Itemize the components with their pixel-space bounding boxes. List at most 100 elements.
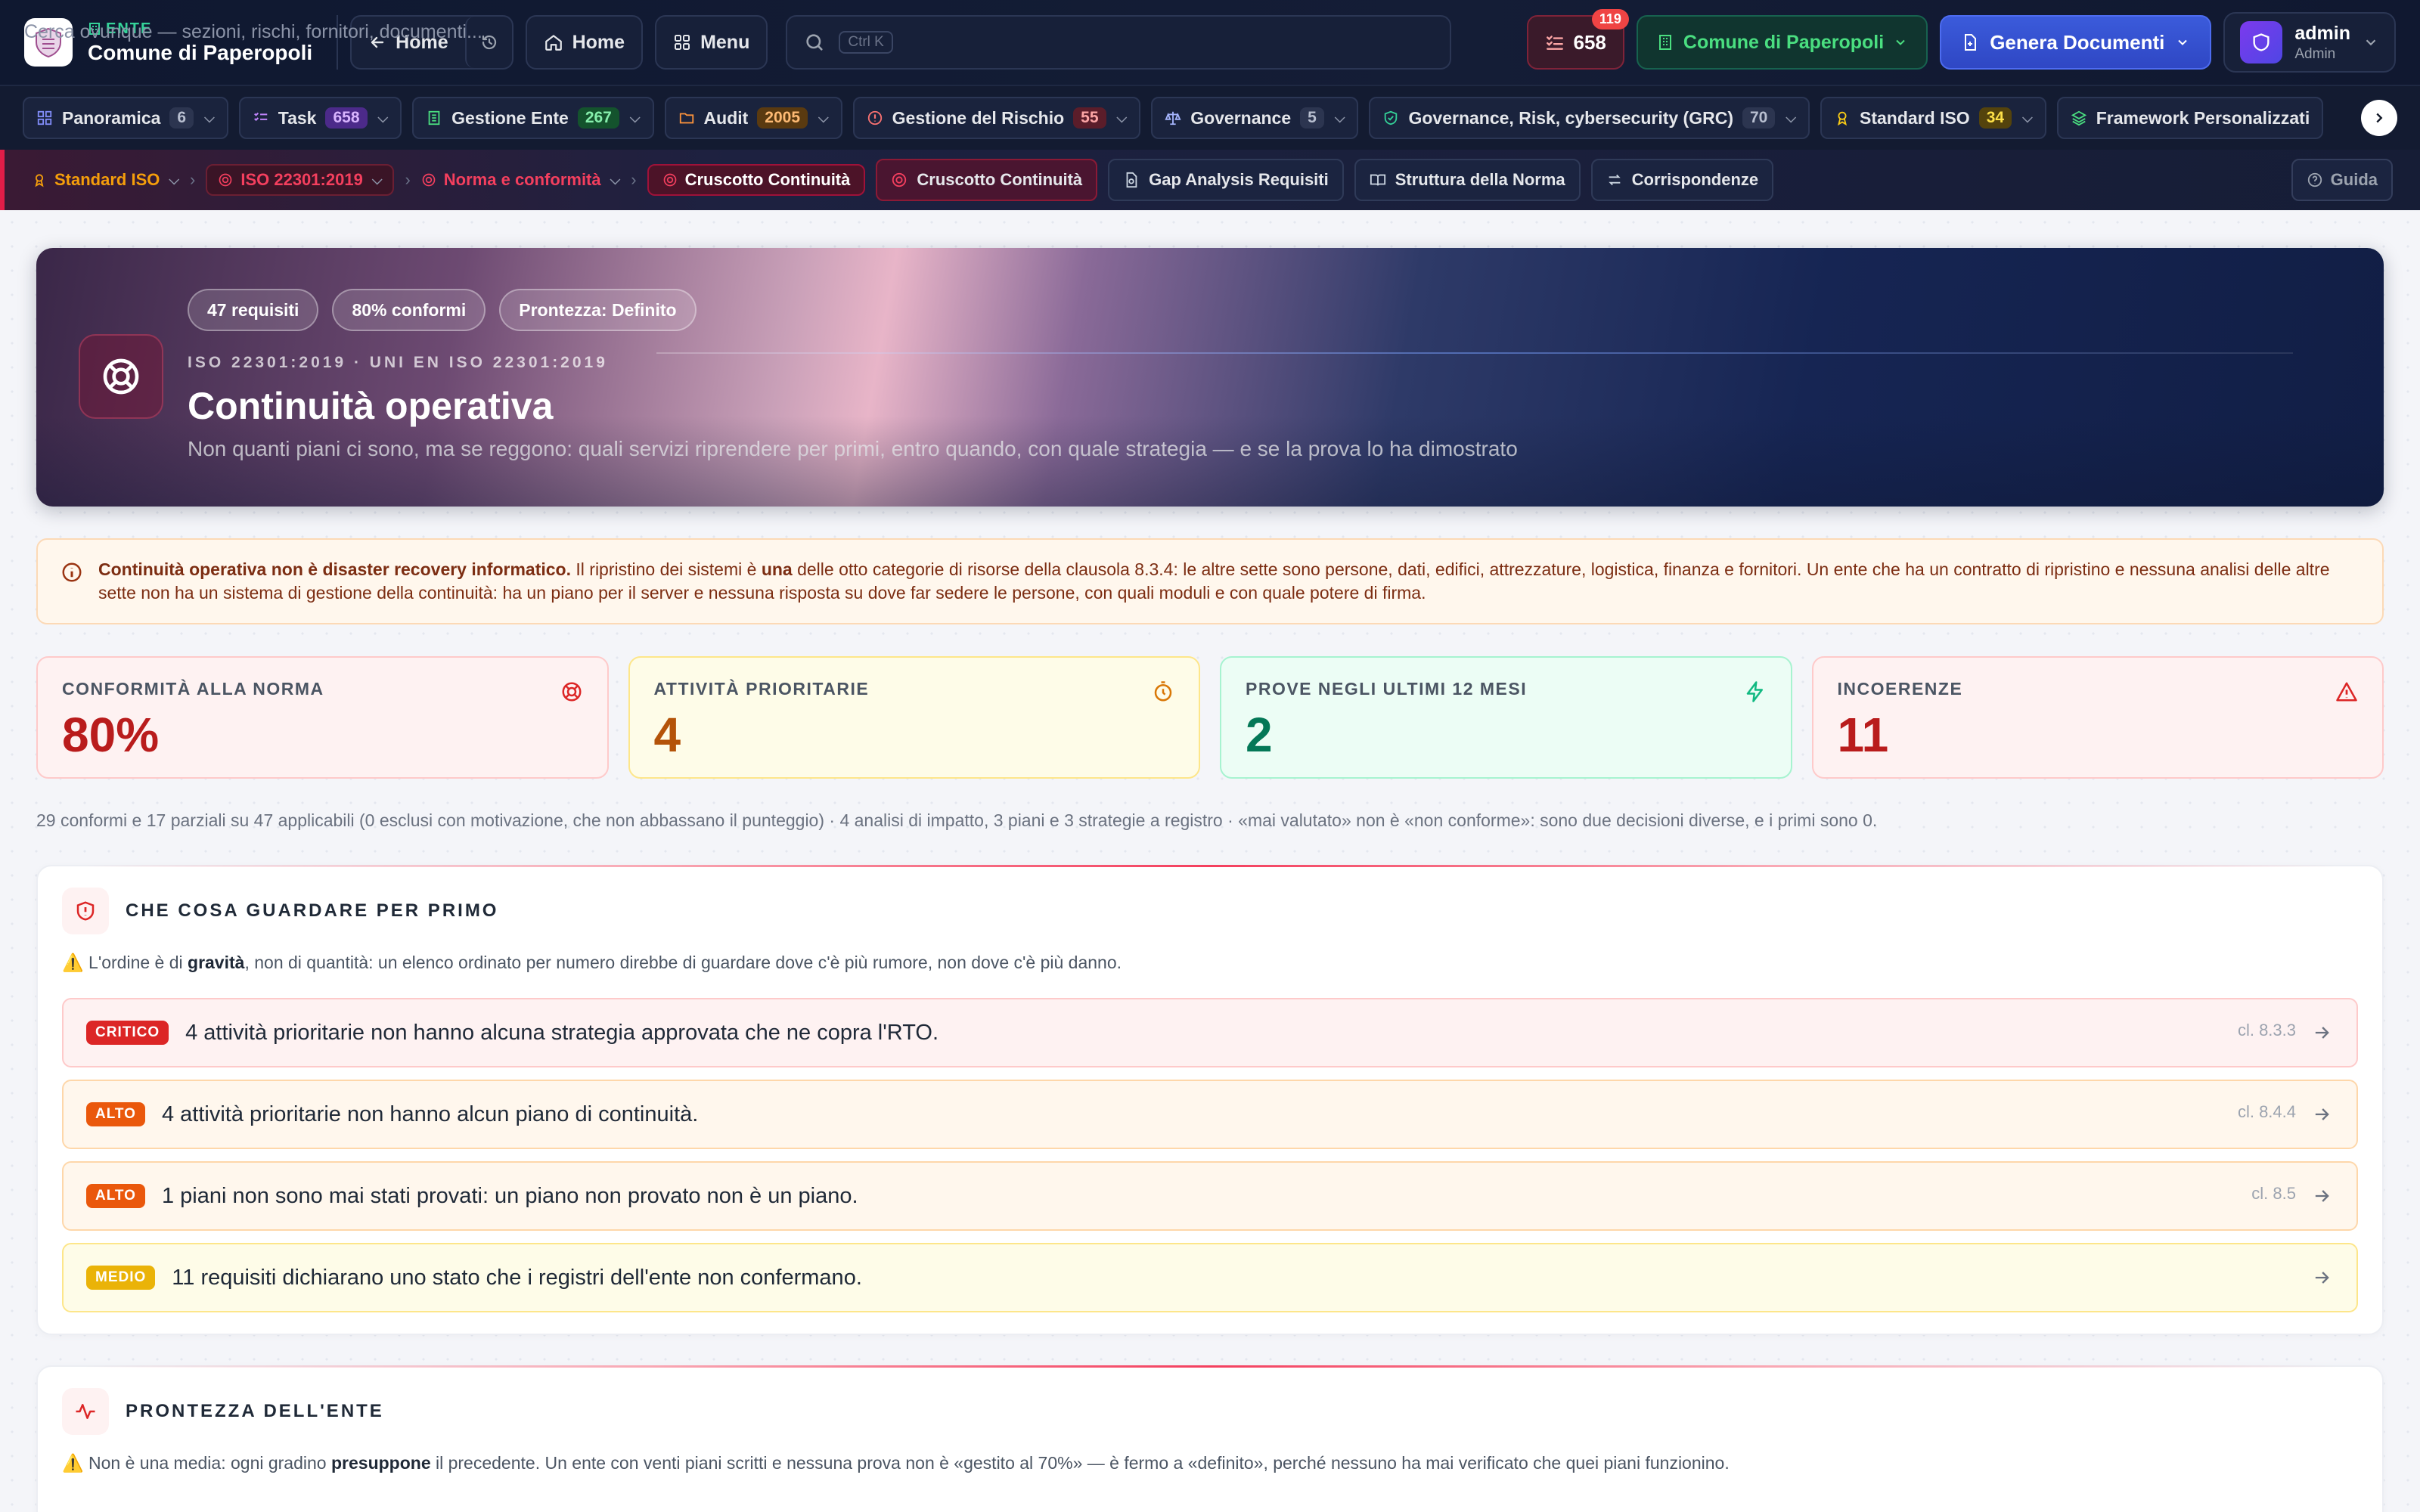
priority-item[interactable]: CRITICO 4 attività prioritarie non hanno… xyxy=(62,998,2358,1067)
arrow-right-icon xyxy=(2311,1104,2332,1125)
breadcrumb-separator: › xyxy=(190,170,196,189)
module-framework-personalizzati[interactable]: Framework Personalizzati xyxy=(2056,97,2324,139)
grid-icon xyxy=(673,33,691,51)
module-audit[interactable]: Audit 2005 ⌵ xyxy=(664,97,842,139)
shield-check-icon xyxy=(1382,110,1399,126)
priorities-note-bold: gravità xyxy=(188,953,245,972)
kpi-label: ATTIVITÀ PRIORITARIE xyxy=(653,679,870,699)
clause-ref: cl. 8.4.4 xyxy=(2237,1102,2296,1121)
chevron-down-icon xyxy=(2363,34,2379,51)
breadcrumb-norma[interactable]: Norma e conformità ⌵ xyxy=(421,170,620,190)
chevron-down-icon: ⌵ xyxy=(377,110,389,125)
priorities-panel: CHE COSA GUARDARE PER PRIMO ⚠️ L'ordine … xyxy=(36,865,2384,1335)
global-search-input[interactable]: Cerca ovunque — sezioni, rischi, fornito… xyxy=(24,15,1452,70)
lifebuoy-icon xyxy=(662,172,678,187)
info-callout-text-a: Il ripristino dei sistemi è xyxy=(571,559,762,579)
breadcrumb-label: Cruscotto Continuità xyxy=(684,170,851,189)
module-label: Framework Personalizzati xyxy=(2096,107,2310,128)
priority-text: 4 attività prioritarie non hanno alcun p… xyxy=(161,1101,699,1126)
avatar xyxy=(2240,21,2283,64)
arrows-icon xyxy=(1606,172,1623,188)
module-label: Audit xyxy=(703,107,749,128)
module-panoramica[interactable]: Panoramica 6 ⌵ xyxy=(23,97,228,139)
tab-gap-analysis[interactable]: Gap Analysis Requisiti xyxy=(1108,159,1344,201)
user-menu[interactable]: admin Admin xyxy=(2223,12,2396,73)
readiness-note-bold: presuppone xyxy=(330,1453,431,1473)
breadcrumb-label: ISO 22301:2019 xyxy=(240,170,363,189)
kpi-label: CONFORMITÀ ALLA NORMA xyxy=(62,679,324,699)
breadcrumb-separator: › xyxy=(405,170,411,189)
priority-item[interactable]: ALTO 4 attività prioritarie non hanno al… xyxy=(62,1080,2358,1149)
priorities-note-a: ⚠️ L'ordine è di xyxy=(62,953,188,972)
kpi-conformita[interactable]: CONFORMITÀ ALLA NORMA 80% xyxy=(36,656,609,779)
chevron-down-icon: ⌵ xyxy=(610,172,621,187)
page-subtitle: Non quanti piani ci sono, ma se reggono:… xyxy=(188,437,1518,460)
priorities-note-b: , non di quantità: un elenco ordinato pe… xyxy=(244,953,1122,972)
menu-button[interactable]: Menu xyxy=(656,17,766,68)
breadcrumb-iso22301[interactable]: ISO 22301:2019 ⌵ xyxy=(206,164,395,196)
module-count: 6 xyxy=(169,107,194,129)
tab-corrispondenze[interactable]: Corrispondenze xyxy=(1590,159,1774,201)
priorities-title: CHE COSA GUARDARE PER PRIMO xyxy=(126,900,499,921)
module-count: 34 xyxy=(1978,107,2012,129)
modules-scroll-right-button[interactable] xyxy=(2361,100,2397,136)
activity-icon xyxy=(62,1388,109,1435)
module-gestione-rischio[interactable]: Gestione del Rischio 55 ⌵ xyxy=(852,97,1141,139)
guide-button[interactable]: Guida xyxy=(2291,159,2393,201)
tasks-button[interactable]: 658 119 xyxy=(1526,9,1629,70)
alert-circle-icon xyxy=(867,110,883,126)
tasks-count: 658 xyxy=(1573,30,1606,54)
module-gestione-ente[interactable]: Gestione Ente 267 ⌵ xyxy=(412,97,654,139)
search-shortcut: Ctrl K xyxy=(839,31,893,54)
history-icon xyxy=(480,33,498,51)
module-grc[interactable]: Governance, Risk, cybersecurity (GRC) 70… xyxy=(1369,97,1810,139)
module-label: Gestione del Rischio xyxy=(892,107,1065,128)
file-plus-icon xyxy=(1961,33,1979,51)
module-task[interactable]: Task 658 ⌵ xyxy=(238,97,402,139)
chevron-down-icon: ⌵ xyxy=(2022,110,2033,125)
info-callout-bold: Continuità operativa non è disaster reco… xyxy=(98,559,571,579)
kpi-prove[interactable]: PROVE NEGLI ULTIMI 12 MESI 2 xyxy=(1220,656,1792,779)
breadcrumb-label: Standard ISO xyxy=(54,170,160,189)
tab-label: Struttura della Norma xyxy=(1395,170,1565,189)
breadcrumb-standard-iso[interactable]: Standard ISO ⌵ xyxy=(32,170,179,190)
kpi-attivita-prioritarie[interactable]: ATTIVITÀ PRIORITARIE 4 xyxy=(628,656,1200,779)
generate-documents-button[interactable]: Genera Documenti xyxy=(1940,15,2212,70)
user-role: Admin xyxy=(2294,45,2336,62)
kpi-value: 80% xyxy=(62,708,160,762)
generate-documents-label: Genera Documenti xyxy=(1990,30,2165,54)
module-count: 2005 xyxy=(757,107,808,129)
readiness-title: PRONTEZZA DELL'ENTE xyxy=(126,1401,384,1421)
info-callout-text: Continuità operativa non è disaster reco… xyxy=(98,558,2360,605)
breadcrumb: Standard ISO ⌵ › ISO 22301:2019 ⌵ › Norm… xyxy=(0,150,2420,210)
module-governance[interactable]: Governance 5 ⌵ xyxy=(1151,97,1359,139)
house-icon xyxy=(544,33,563,52)
module-label: Task xyxy=(278,107,317,128)
book-open-icon xyxy=(1370,172,1386,188)
menu-button-group: Menu xyxy=(655,15,768,70)
entity-name: Comune di Paperopoli xyxy=(88,40,313,64)
module-standard-iso[interactable]: Standard ISO 34 ⌵ xyxy=(1820,97,2046,139)
priority-item[interactable]: MEDIO 11 requisiti dichiarano uno stato … xyxy=(62,1243,2358,1312)
kpi-incoerenze[interactable]: INCOERENZE 11 xyxy=(1811,656,2384,779)
search-placeholder: Cerca ovunque — sezioni, rischi, fornito… xyxy=(24,21,482,42)
scale-icon xyxy=(1165,110,1181,126)
tab-struttura-norma[interactable]: Struttura della Norma xyxy=(1354,159,1581,201)
home-button[interactable]: Home xyxy=(527,17,641,68)
entity-selector[interactable]: Comune di Paperopoli xyxy=(1636,15,1928,70)
clause-ref: cl. 8.5 xyxy=(2251,1184,2296,1203)
arrow-right-icon xyxy=(2311,1022,2332,1043)
module-label: Governance, Risk, cybersecurity (GRC) xyxy=(1408,107,1733,128)
hero-divider xyxy=(656,352,2293,354)
kpi-label: PROVE NEGLI ULTIMI 12 MESI xyxy=(1246,679,1528,699)
chevron-down-icon: ⌵ xyxy=(204,110,215,125)
user-name: admin xyxy=(2294,22,2350,44)
kpi-label: INCOERENZE xyxy=(1837,679,1963,699)
tasks-badge: 119 xyxy=(1591,9,1629,29)
arrow-right-icon xyxy=(2311,1267,2332,1288)
tab-cruscotto-continuita[interactable]: Cruscotto Continuità xyxy=(876,159,1098,201)
shield-alert-icon xyxy=(62,888,109,934)
readiness-note-a: ⚠️ Non è una media: ogni gradino xyxy=(62,1453,331,1473)
priority-item[interactable]: ALTO 1 piani non sono mai stati provati:… xyxy=(62,1161,2358,1231)
severity-badge: MEDIO xyxy=(86,1266,156,1290)
